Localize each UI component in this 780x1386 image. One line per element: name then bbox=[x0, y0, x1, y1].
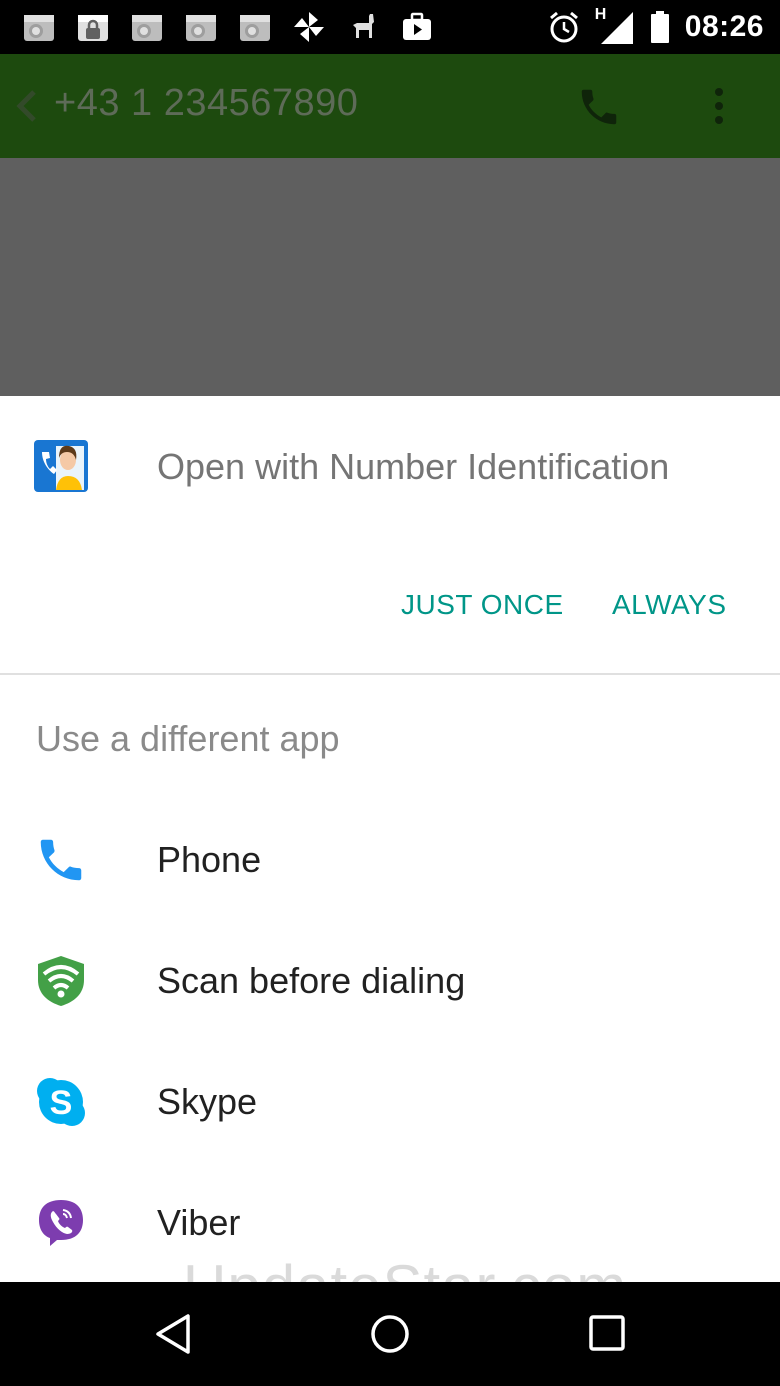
call-icon bbox=[581, 89, 617, 125]
app-option-label: Skype bbox=[157, 1081, 258, 1122]
navigation-bar bbox=[0, 1282, 780, 1386]
status-bar: H 08:26 bbox=[0, 0, 780, 54]
scrim[interactable] bbox=[0, 158, 780, 396]
lock-notification-icon bbox=[78, 15, 108, 41]
back-arrow-icon bbox=[16, 90, 36, 122]
app-option-label: Viber bbox=[157, 1202, 241, 1243]
number-identification-app-icon bbox=[34, 440, 88, 492]
app-option-scan-before-dialing[interactable]: Scan before dialing bbox=[0, 918, 780, 1039]
calendar-notification-icon bbox=[132, 15, 162, 41]
battery-icon bbox=[650, 11, 669, 43]
app-option-label: Scan before dialing bbox=[157, 960, 466, 1001]
llama-icon bbox=[353, 14, 374, 38]
always-button[interactable]: ALWAYS bbox=[612, 589, 727, 621]
app-chooser-sheet: Open with Number Identification JUST ONC… bbox=[0, 396, 780, 1282]
divider bbox=[0, 673, 780, 675]
pinwheel-icon bbox=[294, 12, 324, 42]
nav-recents-icon[interactable] bbox=[586, 1312, 630, 1356]
viber-icon bbox=[39, 1200, 83, 1246]
clock: 08:26 bbox=[684, 10, 764, 43]
just-once-button[interactable]: JUST ONCE bbox=[401, 589, 564, 621]
app-option-phone[interactable]: Phone bbox=[0, 797, 780, 918]
calendar-notification-icon bbox=[24, 15, 54, 41]
calendar-notification-icon bbox=[186, 15, 216, 41]
nav-home-icon[interactable] bbox=[368, 1312, 412, 1356]
status-right: H 08:26 bbox=[547, 6, 764, 46]
alarm-icon bbox=[549, 11, 578, 43]
different-app-subheader: Use a different app bbox=[36, 718, 340, 759]
briefcase-play-icon bbox=[403, 12, 431, 40]
chooser-title: Open with Number Identification bbox=[157, 446, 670, 487]
app-option-skype[interactable]: S Skype bbox=[0, 1039, 780, 1160]
nav-back-icon[interactable] bbox=[152, 1312, 196, 1356]
signal-icon: H bbox=[595, 6, 635, 46]
svg-text:S: S bbox=[50, 1084, 73, 1122]
overflow-menu-icon bbox=[715, 88, 723, 124]
app-bar: +43 1 234567890 bbox=[0, 54, 780, 158]
watermark: UpdateStar.com bbox=[183, 1252, 627, 1282]
notification-icons bbox=[22, 10, 434, 44]
phone-icon bbox=[40, 839, 82, 881]
skype-icon: S bbox=[37, 1078, 85, 1126]
app-option-label: Phone bbox=[157, 839, 262, 880]
phone-number: +43 1 234567890 bbox=[54, 82, 359, 124]
wifi-shield-icon bbox=[38, 956, 84, 1006]
calendar-notification-icon bbox=[240, 15, 270, 41]
